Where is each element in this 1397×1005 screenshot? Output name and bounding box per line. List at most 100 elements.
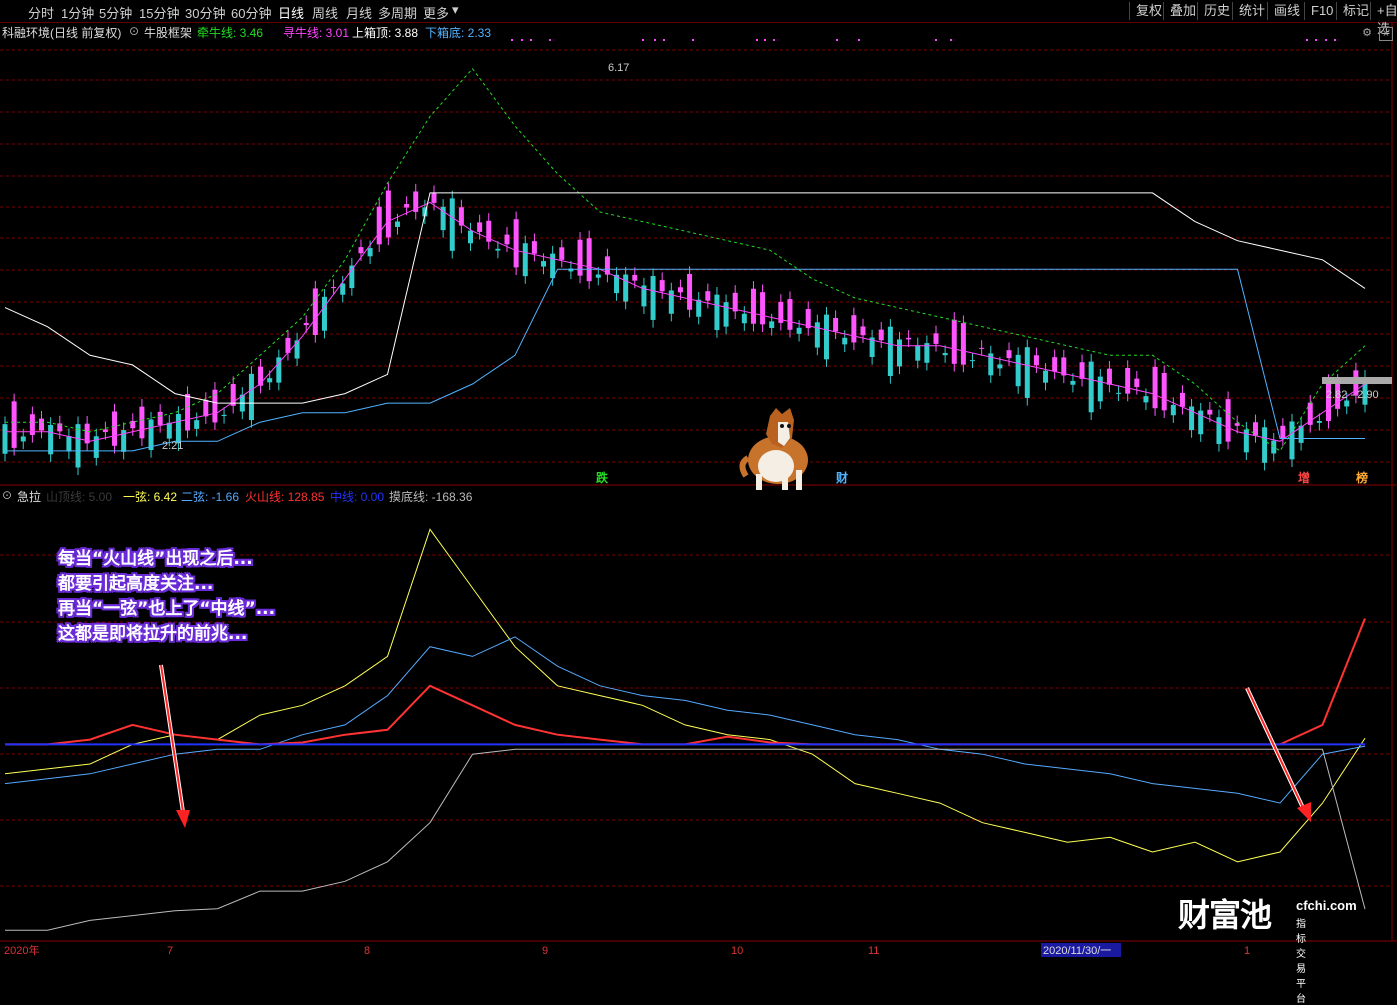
candle-body: [577, 239, 583, 276]
tab-timeshare[interactable]: 分时: [28, 3, 54, 22]
candle-body: [194, 420, 200, 429]
candle-body: [376, 206, 382, 245]
signal-dot: [1306, 39, 1308, 41]
chevron-down-icon[interactable]: ▾: [452, 2, 459, 18]
tab-monthly[interactable]: 月线: [346, 3, 372, 22]
current-price-label: 2.82 - 2.90: [1326, 389, 1379, 401]
candle-body: [468, 230, 474, 244]
candle-body: [203, 399, 209, 417]
tab-5min[interactable]: 5分钟: [99, 3, 132, 22]
settings-icon[interactable]: ⊙: [2, 488, 12, 502]
candle-body: [321, 296, 327, 331]
candle-body: [796, 327, 802, 334]
indicator-name[interactable]: 牛股框架: [144, 24, 192, 41]
watermark-tagline: 指标交易平台: [1296, 919, 1306, 1005]
signal-dot: [1334, 39, 1336, 41]
signal-dot: [950, 39, 952, 41]
candle-body: [595, 274, 601, 278]
stats-button[interactable]: 统计: [1232, 2, 1271, 20]
candle-body: [650, 276, 656, 320]
candle-body: [559, 247, 565, 260]
close-icon[interactable]: ×: [1379, 27, 1393, 41]
candle-body: [139, 406, 145, 439]
settings-icon[interactable]: ⚙: [1361, 27, 1373, 39]
sub-indicator-name[interactable]: 急拉: [17, 488, 41, 505]
chart-canvas[interactable]: 6.17 2.21 2.82 - 2.90 跌 财 增 榜 2020年 7 8 …: [0, 0, 1397, 959]
signal-dot: [756, 39, 758, 41]
tab-1min[interactable]: 1分钟: [61, 3, 94, 22]
candle-body: [531, 241, 537, 254]
candle-body: [760, 292, 766, 325]
tab-60min[interactable]: 60分钟: [231, 3, 271, 22]
candle-body: [1289, 421, 1295, 460]
tab-more[interactable]: 更多: [423, 3, 449, 22]
candle-body: [1052, 357, 1058, 372]
candle-body: [979, 347, 985, 349]
signal-dot: [836, 39, 838, 41]
candle-body: [1262, 427, 1268, 463]
signal-dot: [764, 39, 766, 41]
candle-body: [833, 317, 839, 332]
sub-legend-5: 中线: 0.00: [330, 490, 385, 504]
candle-body: [185, 393, 191, 431]
candle-body: [1006, 350, 1012, 359]
add-watchlist-button[interactable]: +自选: [1370, 2, 1397, 36]
settings-icon[interactable]: ⊙: [129, 24, 139, 38]
candle-body: [1170, 404, 1176, 416]
sub-legend-1: 山顶线: 5.00: [46, 490, 113, 504]
candle-body: [166, 422, 172, 439]
candle-body: [896, 339, 902, 367]
tab-weekly[interactable]: 周线: [312, 3, 338, 22]
candle-body: [623, 274, 629, 302]
arrow-right-icon: [1245, 687, 1311, 822]
candle-body: [860, 326, 866, 336]
candle-body: [696, 299, 702, 317]
candle-body: [367, 248, 373, 257]
candle-body: [942, 352, 948, 356]
candle-body: [248, 373, 254, 421]
candle-body: [1179, 392, 1185, 407]
candle-body: [878, 329, 884, 341]
draw-button[interactable]: 画线: [1267, 2, 1306, 20]
period-toolbar: 分时 1分钟 5分钟 15分钟 30分钟 60分钟 日线 周线 月线 多周期 更…: [0, 0, 1397, 36]
history-button[interactable]: 历史: [1197, 2, 1236, 20]
signal-dot: [692, 39, 694, 41]
candle-body: [504, 234, 510, 245]
candle-body: [970, 360, 976, 362]
candle-body: [741, 313, 747, 324]
candle-body: [394, 221, 400, 227]
tab-30min[interactable]: 30分钟: [185, 3, 225, 22]
sub-series-line-5: [5, 748, 1366, 931]
series-line-4: [5, 268, 1365, 452]
candle-body: [705, 291, 711, 301]
candle-body: [11, 401, 17, 448]
candle-body: [723, 302, 729, 327]
x-axis: 2020年 7 8 9 10 11 2020/11/30/一 1: [4, 943, 1250, 957]
x-tick-label: 8: [364, 945, 370, 957]
candle-body: [1106, 368, 1112, 385]
high-price-label: 6.17: [608, 62, 629, 74]
candle-body: [303, 322, 309, 326]
candle-body: [157, 411, 163, 425]
dog-mascot-image: [739, 408, 808, 490]
signal-dot: [773, 39, 775, 41]
candle-body: [66, 436, 72, 452]
signal-list: 榜: [1356, 470, 1368, 485]
x-tick-label: 1: [1244, 945, 1250, 957]
candle-body: [1161, 372, 1167, 411]
candle-body: [960, 323, 966, 365]
sub-series-line-2: [4, 636, 1366, 804]
low-price-label: 2.21: [162, 440, 183, 452]
signal-dot: [511, 39, 513, 41]
candle-body: [677, 287, 683, 293]
f10-button[interactable]: F10: [1304, 2, 1339, 20]
candle-body: [1033, 355, 1039, 366]
candle-body: [823, 314, 829, 360]
tab-multi-period[interactable]: 多周期: [378, 3, 417, 22]
candle-body: [1225, 399, 1231, 442]
candle-body: [1097, 376, 1103, 402]
main-indicator-lines: [4, 67, 1366, 452]
annotation-line: 再当“一弦”也上了“中线”...: [58, 599, 276, 619]
tab-15min[interactable]: 15分钟: [139, 3, 179, 22]
tab-daily[interactable]: 日线: [278, 3, 304, 22]
